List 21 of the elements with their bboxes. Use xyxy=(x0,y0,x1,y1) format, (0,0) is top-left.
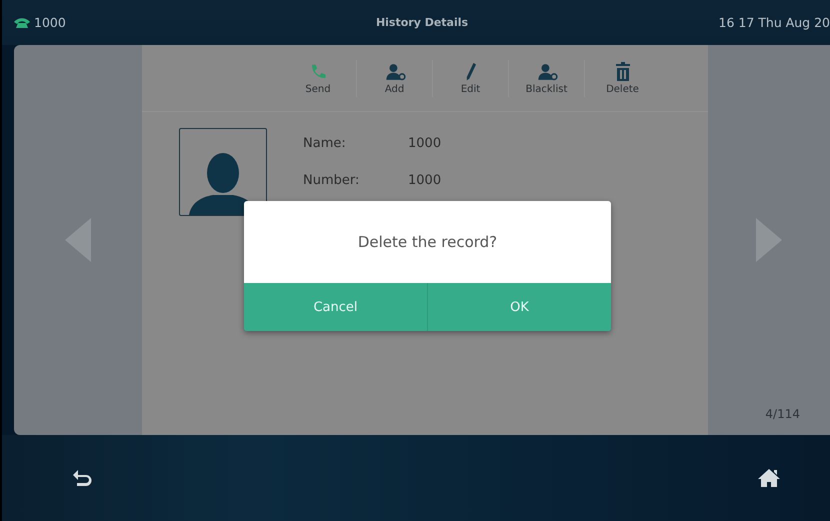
home-icon[interactable] xyxy=(758,468,780,488)
page-counter: 4/114 xyxy=(765,407,800,421)
ok-button[interactable]: OK xyxy=(427,283,611,331)
add-button[interactable]: Add xyxy=(356,60,432,96)
dialog-message: Delete the record? xyxy=(358,233,498,251)
field-label: Number: xyxy=(303,173,360,188)
send-button[interactable]: Send xyxy=(280,60,356,96)
account-number: 1000 xyxy=(34,15,66,30)
add-contact-icon xyxy=(384,62,406,82)
clock-text: 16 17 Thu Aug 20 xyxy=(718,15,830,30)
phone-icon xyxy=(14,18,30,28)
back-icon[interactable] xyxy=(72,469,92,487)
blacklist-button[interactable]: Blacklist xyxy=(508,60,584,96)
field-value: 1000 xyxy=(408,136,442,151)
field-value: 1000 xyxy=(408,173,442,188)
trash-icon xyxy=(616,62,630,82)
delete-button[interactable]: Delete xyxy=(584,60,660,96)
field-label: Name: xyxy=(303,136,347,151)
person-icon xyxy=(536,62,558,82)
screen-title: History Details xyxy=(376,16,468,29)
edit-button[interactable]: Edit xyxy=(432,60,508,96)
